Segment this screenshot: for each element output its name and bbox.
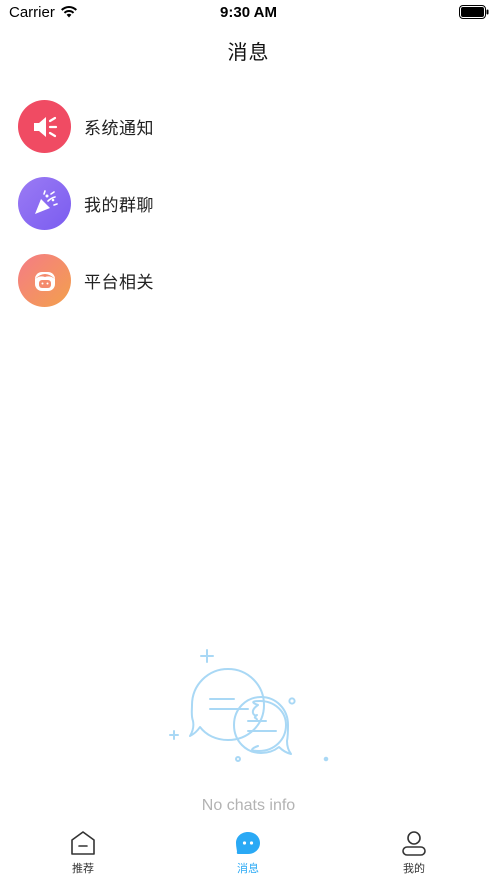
screen: Carrier 9:30 AM 消息 系统通知 我的群聊 平台相关 No cha… [0, 0, 497, 883]
page-title: 消息 [227, 40, 270, 64]
tab-label: 推荐 [72, 862, 94, 875]
party-popper-icon [18, 177, 71, 230]
message-item-group-chats[interactable]: 我的群聊 [0, 165, 497, 242]
tab-bar: 推荐 消息 我的 [0, 825, 497, 883]
empty-state-text: No chats info [201, 797, 296, 814]
message-item-system-notice[interactable]: 系统通知 [0, 88, 497, 165]
profile-icon [400, 829, 428, 857]
mascot-icon [18, 254, 71, 307]
message-item-platform[interactable]: 平台相关 [0, 242, 497, 319]
status-time: 9:30 AM [220, 4, 277, 21]
tab-messages[interactable]: 消息 [198, 825, 298, 883]
message-item-label: 平台相关 [84, 273, 154, 293]
battery-icon [459, 5, 489, 19]
message-item-label: 我的群聊 [84, 196, 154, 216]
home-icon [69, 829, 97, 857]
status-bar: Carrier 9:30 AM [0, 0, 497, 26]
message-icon [234, 829, 262, 857]
message-category-list: 系统通知 我的群聊 平台相关 [0, 88, 497, 319]
tab-mine[interactable]: 我的 [364, 825, 464, 883]
chat-bubbles-icon [164, 645, 334, 785]
message-item-label: 系统通知 [84, 119, 154, 139]
tab-recommend[interactable]: 推荐 [33, 825, 133, 883]
speaker-icon [18, 100, 71, 153]
tab-label: 我的 [403, 862, 425, 875]
tab-label: 消息 [237, 862, 259, 875]
